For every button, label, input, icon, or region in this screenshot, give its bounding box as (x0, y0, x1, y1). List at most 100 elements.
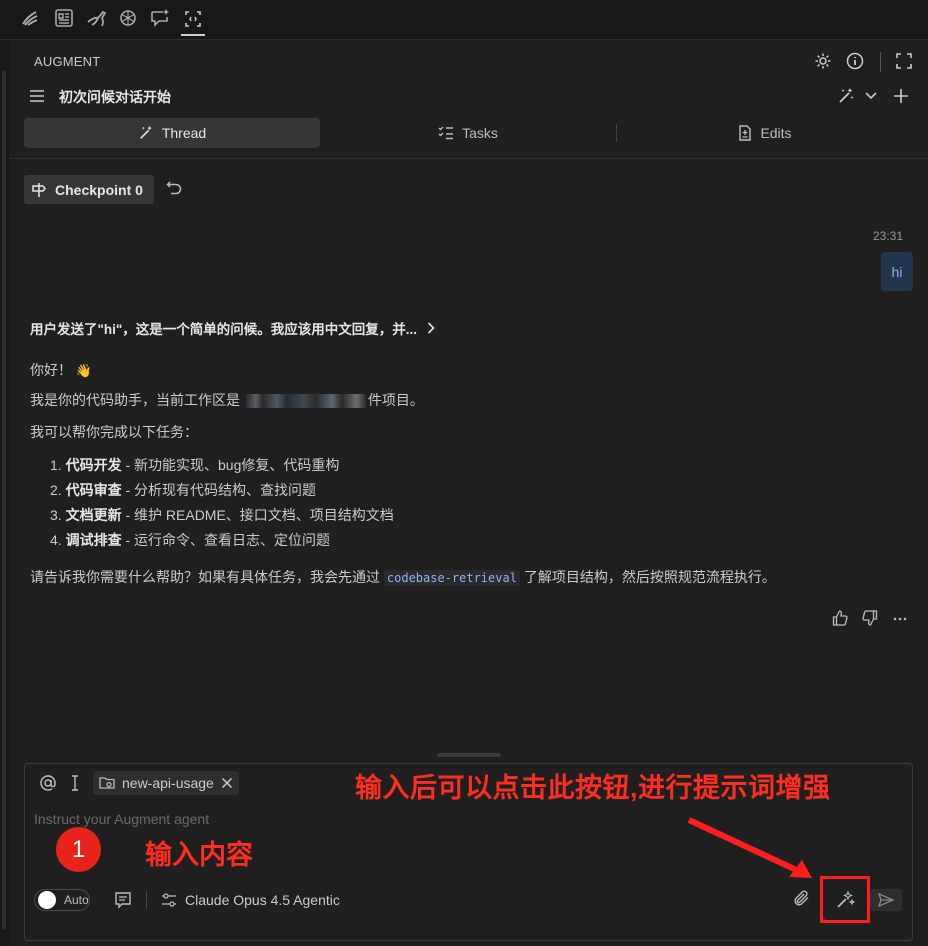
inline-code: codebase-retrieval (383, 570, 520, 586)
list-item-desc: - 运行命令、查看日志、定位问题 (121, 532, 331, 548)
toolbar-separator (146, 891, 147, 909)
chat-sparkle-icon[interactable] (148, 6, 172, 30)
chevron-right-icon (427, 322, 435, 334)
context-chip-label: new-api-usage (122, 775, 214, 791)
workspace-prefix: 我是你的代码助手，当前工作区是 (30, 392, 240, 408)
magic-wand-icon[interactable] (835, 85, 857, 107)
thinking-summary-text: 用户发送了"hi"，这是一个简单的问候。我应该用中文回复，并... (30, 322, 418, 337)
gear-icon[interactable] (812, 50, 834, 72)
new-chat-plus-icon[interactable] (890, 85, 912, 107)
tab-label: Tasks (462, 125, 498, 141)
openai-extension-icon[interactable] (116, 6, 140, 30)
tab-label: Thread (161, 125, 207, 141)
auto-label: Auto (64, 893, 89, 907)
checklist-icon (438, 126, 454, 140)
chat-input-placeholder[interactable]: Instruct your Augment agent (34, 811, 209, 827)
closing-line: 请告诉我你需要什么帮助？如果有具体任务，我会先通过 codebase-retri… (30, 567, 776, 587)
closing-suffix: 了解项目结构，然后按照规范流程执行。 (523, 569, 776, 585)
list-item-desc: - 维护 README、接口文档、项目结构文档 (121, 507, 394, 523)
sparkle-wand-icon (837, 890, 855, 908)
workspace-line: 我是你的代码助手，当前工作区是 件项目。 (30, 390, 424, 410)
context-chip[interactable]: new-api-usage (93, 771, 239, 795)
list-number: 1. (50, 457, 62, 473)
tab-edits[interactable]: Edits (616, 118, 914, 148)
list-number: 3. (50, 507, 62, 523)
conversation-title[interactable]: 初次问候对话开始 (59, 87, 171, 107)
list-item-desc: - 新功能实现、bug修复、代码重构 (121, 457, 340, 473)
toggle-knob (38, 891, 56, 909)
intro-line: 我可以帮你完成以下任务： (30, 424, 198, 440)
text-cursor-icon[interactable] (70, 775, 80, 791)
annotation-arrow (687, 817, 812, 878)
chat-mode-icon[interactable] (114, 891, 132, 909)
activity-bar (0, 0, 928, 40)
list-item: 2. 代码审查 - 分析现有代码结构、查找问题 (50, 478, 394, 503)
annotation-input-hint: 输入内容 (145, 840, 253, 870)
enhance-prompt-button[interactable] (820, 876, 870, 923)
signpost-icon (32, 182, 46, 197)
list-item-title: 文档更新 (65, 507, 122, 523)
annotation-step-badge: 1 (56, 827, 101, 872)
extension-icon-2[interactable] (52, 6, 76, 30)
hamburger-menu-icon[interactable] (26, 85, 48, 107)
list-number: 4. (50, 532, 62, 548)
more-options-icon[interactable] (892, 610, 910, 628)
input-toolbar: Auto Claude Opus 4.5 Agentic (34, 888, 340, 912)
checkpoint-chip[interactable]: Checkpoint 0 (24, 175, 154, 204)
augment-extension-icon[interactable] (181, 4, 205, 36)
chevron-down-icon[interactable] (860, 85, 882, 107)
list-item: 3. 文档更新 - 维护 README、接口文档、项目结构文档 (50, 503, 394, 528)
thumbs-down-icon[interactable] (862, 610, 880, 628)
capability-list: 1. 代码开发 - 新功能实现、bug修复、代码重构 2. 代码审查 - 分析现… (50, 453, 394, 553)
model-selector[interactable]: Claude Opus 4.5 Agentic (161, 892, 340, 908)
thumbs-up-icon[interactable] (832, 610, 850, 628)
folder-search-icon (99, 777, 115, 789)
chat-input-box: new-api-usage Instruct your Augment agen… (24, 763, 913, 941)
checkpoint-label: Checkpoint 0 (55, 181, 143, 198)
resize-handle[interactable] (437, 753, 501, 757)
auto-mode-toggle[interactable]: Auto (34, 889, 90, 911)
fullscreen-icon[interactable] (893, 50, 915, 72)
list-item: 1. 代码开发 - 新功能实现、bug修复、代码重构 (50, 453, 394, 478)
input-context-bar: new-api-usage (39, 771, 239, 795)
list-item: 4. 调试排查 - 运行命令、查看日志、定位问题 (50, 528, 394, 553)
header-divider (9, 158, 928, 159)
header-separator (880, 52, 881, 72)
closing-prefix: 请告诉我你需要什么帮助？如果有具体任务，我会先通过 (30, 569, 380, 585)
kangaroo-extension-icon[interactable] (85, 6, 109, 30)
list-item-desc: - 分析现有代码结构、查找问题 (121, 482, 317, 498)
mention-at-icon[interactable] (39, 774, 57, 792)
greeting-text: 你好！ (30, 362, 72, 378)
gutter-scrollbar[interactable] (2, 70, 6, 930)
extension-icon-1[interactable] (18, 6, 42, 30)
thinking-summary[interactable]: 用户发送了"hi"，这是一个简单的问候。我应该用中文回复，并... (30, 318, 435, 338)
user-message-bubble: hi (881, 252, 913, 291)
revert-checkpoint-icon[interactable] (166, 180, 184, 198)
close-icon[interactable] (221, 777, 233, 789)
left-gutter (0, 40, 9, 946)
send-button[interactable] (870, 889, 902, 911)
list-number: 2. (50, 482, 62, 498)
tab-tasks[interactable]: Tasks (320, 118, 616, 148)
message-timestamp: 23:31 (872, 229, 903, 243)
panel-section-label: AUGMENT (34, 54, 101, 69)
augment-panel: AUGMENT 初次问候对话开始 Thread Tasks Edits Chec… (9, 40, 928, 946)
list-item-title: 代码审查 (65, 482, 122, 498)
document-diff-icon (739, 125, 752, 141)
conversation-tabs: Thread Tasks Edits (24, 118, 914, 148)
workspace-suffix: 件项目。 (367, 392, 424, 408)
greeting-line: 你好！ 👋 (30, 360, 92, 380)
annotation-enhance-hint: 输入后可以点击此按钮,进行提示词增强 (355, 773, 831, 803)
tab-label: Edits (760, 125, 792, 141)
sliders-icon (162, 893, 176, 907)
send-icon (878, 893, 894, 907)
magic-wand-icon (139, 125, 152, 139)
list-item-title: 代码开发 (65, 457, 122, 473)
model-label: Claude Opus 4.5 Agentic (185, 892, 340, 908)
redacted-workspace-name (245, 394, 366, 409)
paperclip-icon[interactable] (793, 889, 813, 909)
tab-thread[interactable]: Thread (24, 118, 320, 148)
list-item-title: 调试排查 (65, 532, 122, 548)
info-icon[interactable] (844, 50, 866, 72)
waving-hand-emoji: 👋 (75, 363, 93, 378)
